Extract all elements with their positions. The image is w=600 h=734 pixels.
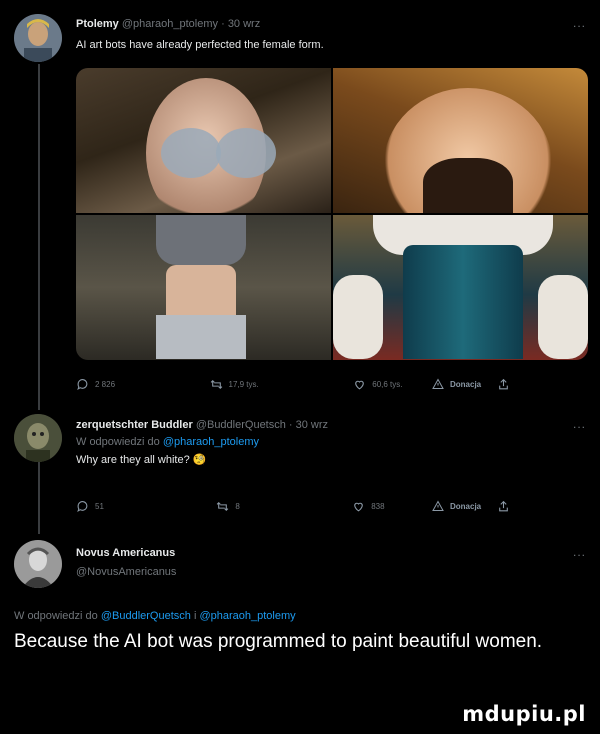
display-name[interactable]: Novus Americanus [76, 547, 175, 559]
thread-connector [38, 64, 40, 410]
media-image-2[interactable] [333, 68, 588, 213]
avatar-image [14, 540, 62, 588]
avatar-ptolemy[interactable] [14, 14, 62, 62]
avatar-image [14, 14, 62, 62]
warning-icon [432, 500, 444, 511]
donate-button[interactable]: Donacja [432, 500, 481, 512]
retweet-count: 8 [235, 502, 240, 511]
reply-icon [77, 501, 88, 512]
reply-context: W odpowiedzi do @pharaoh_ptolemy [76, 436, 259, 448]
tweet-text: AI art bots have already perfected the f… [76, 39, 324, 51]
avatar-image [14, 414, 62, 462]
handle[interactable]: @NovusAmericanus [76, 566, 176, 578]
more-options-icon[interactable]: ... [573, 16, 586, 30]
donate-label: Donacja [450, 379, 482, 389]
thread-connector [38, 462, 40, 534]
timestamp[interactable]: · 30 wrz [289, 419, 328, 431]
share-button[interactable] [497, 500, 510, 513]
heart-icon [355, 380, 365, 390]
site-watermark: mdupiu.pl [462, 702, 586, 726]
like-button[interactable]: 60,6 tys. [353, 378, 403, 391]
reply-button[interactable]: 51 [76, 500, 104, 513]
reply-button[interactable]: 2 826 [76, 378, 115, 391]
heart-icon [354, 502, 364, 512]
display-name[interactable]: zerquetschter Buddler [76, 419, 193, 431]
media-image-1[interactable] [76, 68, 331, 213]
retweet-button[interactable]: 8 [216, 500, 240, 513]
tweet-header: zerquetschter Buddler @BuddlerQuetsch · … [76, 419, 328, 431]
donate-button[interactable]: Donacja [432, 378, 481, 390]
mention-link[interactable]: @pharaoh_ptolemy [199, 610, 295, 622]
reply-prefix: W odpowiedzi do [76, 436, 160, 448]
retweet-icon [210, 379, 222, 390]
more-options-icon[interactable]: ... [573, 545, 586, 559]
retweet-icon [217, 501, 229, 512]
donate-label: Donacja [450, 501, 482, 511]
media-image-3[interactable] [76, 215, 331, 360]
warning-icon [432, 378, 444, 389]
reply-count: 51 [95, 502, 104, 511]
reply-prefix: W odpowiedzi do [14, 610, 98, 622]
avatar-novus[interactable] [14, 540, 62, 588]
reply-icon [77, 379, 88, 390]
handle[interactable]: @BuddlerQuetsch [196, 419, 286, 431]
reply-count: 2 826 [95, 380, 116, 389]
share-button[interactable] [497, 378, 510, 391]
like-count: 838 [371, 502, 385, 511]
like-count: 60,6 tys. [372, 380, 403, 389]
avatar-buddler[interactable] [14, 414, 62, 462]
reply-context: W odpowiedzi do @BuddlerQuetsch i @phara… [14, 610, 296, 622]
media-image-4[interactable] [333, 215, 588, 360]
mention-link[interactable]: @pharaoh_ptolemy [163, 436, 259, 448]
tweet-text: Why are they all white? 🧐 [76, 454, 207, 466]
share-icon [499, 500, 508, 512]
mention-link[interactable]: @BuddlerQuetsch [101, 610, 191, 622]
more-options-icon[interactable]: ... [573, 417, 586, 431]
tweet-header: Ptolemy @pharaoh_ptolemy · 30 wrz [76, 18, 260, 30]
tweet-handle-row: @NovusAmericanus [76, 566, 176, 578]
retweet-button[interactable]: 17,9 tys. [210, 378, 259, 391]
display-name[interactable]: Ptolemy [76, 18, 119, 30]
tweet-text: Because the AI bot was programmed to pai… [14, 631, 543, 652]
share-icon [499, 378, 508, 390]
handle[interactable]: @pharaoh_ptolemy [122, 18, 218, 30]
reply-joiner: i [193, 610, 197, 622]
media-grid[interactable] [76, 68, 588, 360]
timestamp[interactable]: · 30 wrz [221, 18, 260, 30]
tweet-header: Novus Americanus [76, 547, 175, 559]
retweet-count: 17,9 tys. [228, 380, 259, 389]
like-button[interactable]: 838 [352, 500, 385, 513]
